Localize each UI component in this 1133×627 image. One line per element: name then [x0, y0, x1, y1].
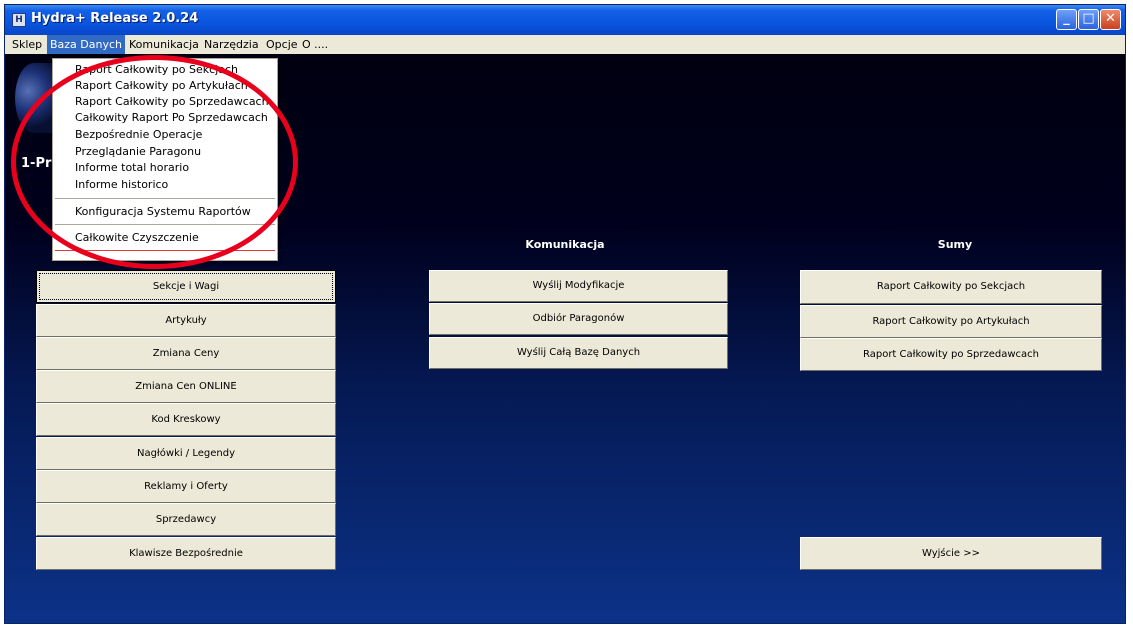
menu-sklep[interactable]: Sklep	[12, 38, 42, 51]
sprzedawcy-button[interactable]: Sprzedawcy	[36, 503, 336, 536]
minimize-button[interactable]: _	[1056, 9, 1077, 30]
app-icon: H	[12, 13, 26, 27]
menu-item-calkowite-czyszczenie[interactable]: Całkowite Czyszczenie	[75, 231, 199, 244]
zmiana-cen-online-button[interactable]: Zmiana Cen ONLINE	[36, 370, 336, 403]
kod-kreskowy-button[interactable]: Kod Kreskowy	[36, 403, 336, 436]
menu-item-raport-artykuly[interactable]: Raport Całkowity po Artykułach	[75, 79, 248, 92]
menu-komunikacja[interactable]: Komunikacja	[129, 38, 199, 51]
baza-danych-dropdown: Raport Całkowity po Sekcjach Raport Całk…	[52, 58, 278, 261]
menu-item-informe-total-horario[interactable]: Informe total horario	[75, 161, 189, 174]
reklamy-i-oferty-button[interactable]: Reklamy i Oferty	[36, 470, 336, 503]
menu-item-bezposrednie-operacje[interactable]: Bezpośrednie Operacje	[75, 128, 202, 141]
menu-item-calkowity-raport-sprzedawcy[interactable]: Całkowity Raport Po Sprzedawcach	[75, 111, 268, 124]
menu-narzedzia[interactable]: Narzędzia	[204, 38, 259, 51]
menu-baza-danych[interactable]: Baza Danych	[47, 35, 126, 54]
sumy-header: Sumy	[937, 238, 973, 251]
exit-button[interactable]: Wyjście >>	[800, 537, 1102, 570]
menu-item-konfiguracja-raportow[interactable]: Konfiguracja Systemu Raportów	[75, 205, 251, 218]
naglowki-legendy-button[interactable]: Nagłówki / Legendy	[36, 437, 336, 470]
klawisze-bezposrednie-button[interactable]: Klawisze Bezpośrednie	[36, 537, 336, 570]
close-button[interactable]: ✕	[1100, 9, 1121, 30]
zmiana-ceny-button[interactable]: Zmiana Ceny	[36, 337, 336, 370]
wyslij-modyfikacje-button[interactable]: Wyślij Modyfikacje	[429, 270, 728, 302]
menu-bar: Sklep Baza Danych Komunikacja Narzędzia …	[5, 35, 1125, 54]
artykuly-button[interactable]: Artykuły	[36, 304, 336, 337]
menu-item-raport-sekcje[interactable]: Raport Całkowity po Sekcjach	[75, 63, 238, 76]
komunikacja-header: Komunikacja	[525, 238, 605, 251]
menu-about[interactable]: O ....	[302, 38, 328, 51]
menu-item-informe-historico[interactable]: Informe historico	[75, 178, 168, 191]
menu-separator	[55, 224, 275, 225]
sekcje-i-wagi-button[interactable]: Sekcje i Wagi	[36, 270, 336, 303]
menu-item-raport-sprzedawcy[interactable]: Raport Całkowity po Sprzedawcach	[75, 95, 269, 108]
brand-text: 1-Pr	[21, 156, 52, 171]
menu-separator	[55, 250, 275, 251]
sum-artykuly-button[interactable]: Raport Całkowity po Artykułach	[800, 305, 1102, 338]
sum-sekcje-button[interactable]: Raport Całkowity po Sekcjach	[800, 270, 1102, 304]
sum-sprzedawcy-button[interactable]: Raport Całkowity po Sprzedawcach	[800, 338, 1102, 371]
wyslij-cala-baze-button[interactable]: Wyślij Całą Bazę Danych	[429, 337, 728, 369]
menu-opcje[interactable]: Opcje	[266, 38, 298, 51]
window-title: Hydra+ Release 2.0.24	[31, 11, 199, 26]
menu-item-przegladanie-paragonu[interactable]: Przeglądanie Paragonu	[75, 145, 201, 158]
app-window: H Hydra+ Release 2.0.24 _ □ ✕ Sklep Baza…	[4, 4, 1126, 624]
title-bar[interactable]: H Hydra+ Release 2.0.24 _ □ ✕	[5, 5, 1125, 35]
logo-graphic	[15, 63, 53, 133]
menu-separator	[55, 198, 275, 199]
maximize-button[interactable]: □	[1078, 9, 1099, 30]
odbior-paragonow-button[interactable]: Odbiór Paragonów	[429, 303, 728, 335]
